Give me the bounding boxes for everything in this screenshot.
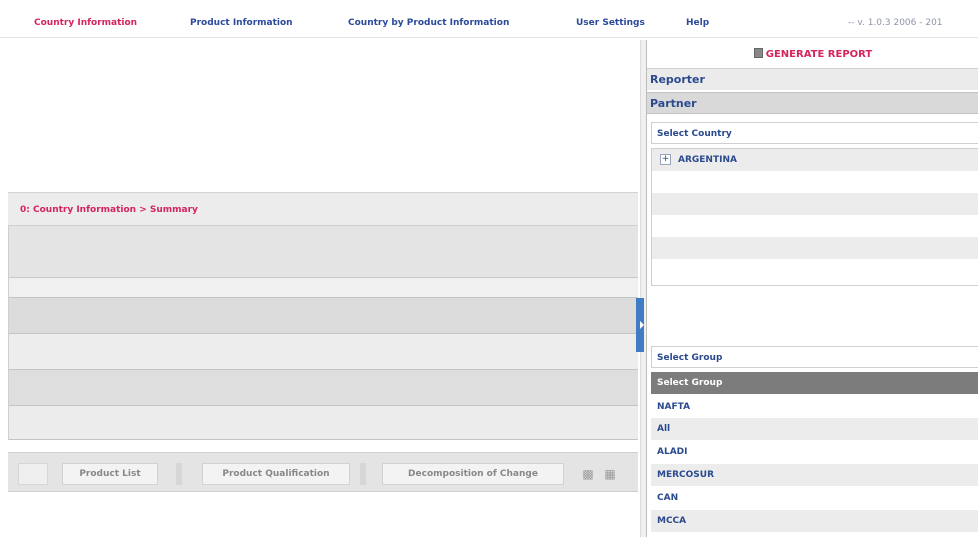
nav-help[interactable]: Help	[686, 18, 709, 28]
toolbar-separator	[176, 463, 182, 485]
country-row-empty	[652, 215, 978, 237]
version-label: -- v. 1.0.3 2006 - 201	[848, 18, 943, 28]
group-item-mcca[interactable]: MCCA	[651, 510, 978, 532]
nav-country-information[interactable]: Country Information	[34, 18, 137, 28]
content-row	[8, 278, 638, 298]
content-row	[8, 298, 638, 334]
product-qualification-button[interactable]: Product Qualification	[202, 463, 350, 485]
export-icon[interactable]: ▩	[580, 465, 596, 483]
report-panel: GENERATE REPORT Reporter Partner Select …	[646, 40, 978, 537]
partner-section-header[interactable]: Partner	[647, 92, 978, 114]
group-item-mercosur[interactable]: MERCOSUR	[651, 464, 978, 486]
print-icon[interactable]: ▦	[602, 465, 618, 483]
nav-country-by-product-information[interactable]: Country by Product Information	[348, 18, 509, 28]
bottom-toolbar: Product List Product Qualification Decom…	[8, 452, 638, 492]
country-item-label: ARGENTINA	[678, 155, 737, 165]
nav-product-information[interactable]: Product Information	[190, 18, 293, 28]
generate-report-button[interactable]: GENERATE REPORT	[647, 48, 978, 68]
select-country-label: Select Country	[651, 122, 978, 144]
expand-icon[interactable]: +	[660, 154, 671, 165]
content-row	[8, 226, 638, 278]
nav-divider	[0, 37, 978, 38]
group-list-header: Select Group	[651, 372, 978, 394]
breadcrumb-text: 0: Country Information > Summary	[20, 205, 198, 215]
content-row	[8, 370, 638, 406]
content-row	[8, 406, 638, 440]
generate-report-label: GENERATE REPORT	[765, 49, 873, 60]
group-item-aladi[interactable]: ALADI	[651, 441, 978, 463]
select-group-label: Select Group	[651, 346, 978, 368]
group-item-can[interactable]: CAN	[651, 487, 978, 509]
product-list-button[interactable]: Product List	[62, 463, 158, 485]
reporter-section-header[interactable]: Reporter	[647, 68, 978, 90]
country-item[interactable]: + ARGENTINA	[652, 149, 978, 171]
nav-user-settings[interactable]: User Settings	[576, 18, 645, 28]
country-row-empty	[652, 237, 978, 259]
country-list: + ARGENTINA	[651, 148, 978, 286]
toolbar-blank-button[interactable]	[18, 463, 48, 485]
content-row	[8, 334, 638, 370]
country-row-empty	[652, 171, 978, 193]
report-icon	[753, 48, 763, 58]
breadcrumb: 0: Country Information > Summary	[8, 192, 638, 226]
collapse-panel-handle[interactable]	[636, 298, 644, 352]
decomposition-of-change-button[interactable]: Decomposition of Change	[382, 463, 564, 485]
top-navigation: Country Information Product Information …	[0, 0, 978, 40]
group-item-nafta[interactable]: NAFTA	[651, 396, 978, 418]
group-item-all[interactable]: All	[651, 418, 978, 440]
country-row-empty	[652, 193, 978, 215]
toolbar-separator	[360, 463, 366, 485]
